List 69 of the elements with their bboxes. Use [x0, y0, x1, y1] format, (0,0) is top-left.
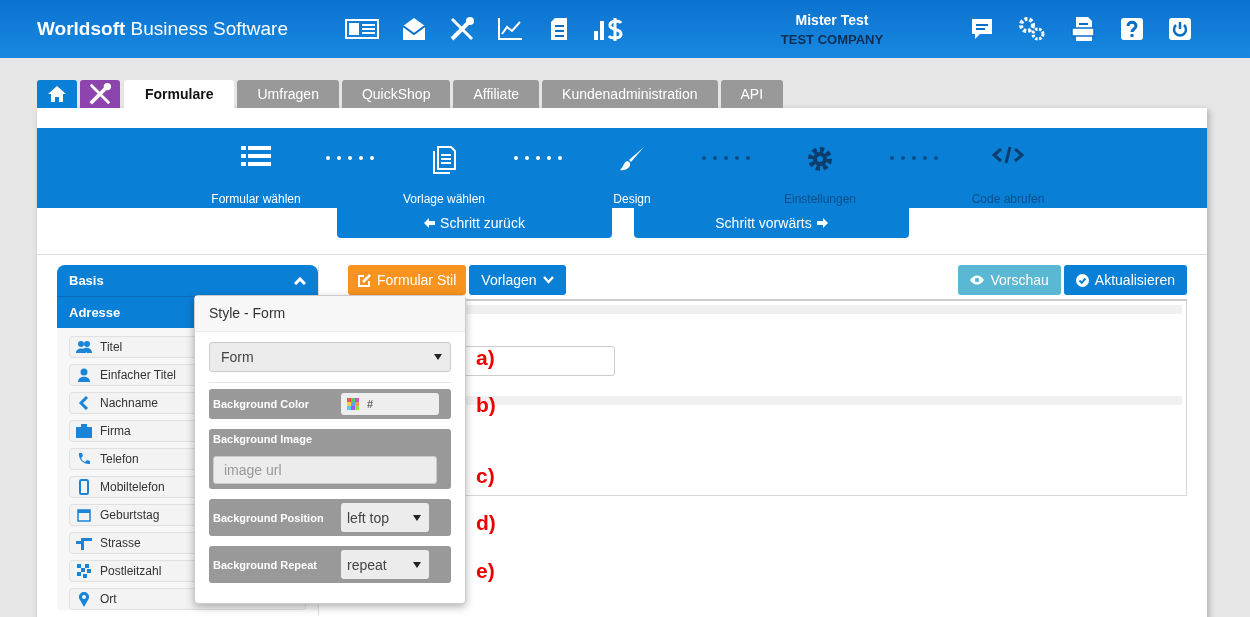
annotation-label: b)	[476, 392, 496, 418]
tab[interactable]: Umfragen	[237, 80, 339, 108]
caret-icon	[434, 354, 442, 360]
step-label[interactable]: Formular wählen	[211, 192, 301, 206]
line-chart-icon[interactable]	[497, 17, 523, 41]
check-circle-icon	[1075, 273, 1089, 287]
annotation-label: c)	[476, 463, 495, 489]
style-select[interactable]: left top	[341, 503, 429, 532]
group-header[interactable]: Basis	[57, 265, 318, 296]
chevron-down-icon	[542, 276, 554, 284]
style-select[interactable]: repeat	[341, 550, 429, 579]
tools-icon	[88, 82, 112, 106]
palette-icon	[347, 398, 359, 410]
phone-icon	[76, 452, 92, 466]
brand-title: Worldsoft Business Software	[37, 18, 289, 40]
tab[interactable]: Formulare	[124, 80, 235, 108]
signpost-icon	[76, 536, 92, 550]
power-icon[interactable]	[1169, 18, 1191, 40]
briefcase-icon	[76, 424, 92, 438]
person-icon	[76, 368, 92, 382]
envelope-icon[interactable]	[401, 16, 427, 42]
form-style-button[interactable]: Formular Stil	[348, 265, 467, 295]
tools-tab[interactable]	[80, 80, 120, 108]
step-label[interactable]: Vorlage wählen	[402, 192, 486, 206]
tab[interactable]: QuickShop	[341, 80, 451, 108]
brush-icon	[619, 146, 645, 172]
gear-icon	[807, 146, 833, 172]
company-name: TEST COMPANY	[780, 31, 884, 47]
revenue-chart-icon[interactable]	[593, 16, 625, 42]
map-pin-icon	[76, 591, 92, 607]
contact-card-icon[interactable]	[345, 19, 379, 39]
eye-icon	[970, 275, 985, 285]
code-icon	[992, 146, 1024, 164]
preview-button[interactable]: Vorschau	[958, 265, 1061, 295]
edit-icon	[358, 273, 371, 287]
tab[interactable]: API	[720, 80, 784, 108]
annotation-label: d)	[476, 510, 496, 536]
people-icon	[76, 340, 92, 354]
tab[interactable]: Affiliate	[453, 80, 540, 108]
documents-icon	[432, 146, 456, 174]
templates-dropdown[interactable]: Vorlagen	[469, 265, 566, 295]
arrow-right-icon	[816, 218, 828, 228]
update-button[interactable]: Aktualisieren	[1063, 265, 1187, 295]
back-button[interactable]: Schritt zurück	[337, 208, 612, 238]
checker-icon	[76, 564, 92, 578]
home-tab[interactable]	[37, 80, 77, 108]
calendar-icon	[76, 508, 92, 522]
tab[interactable]: Kundenadministration	[542, 80, 718, 108]
annotation-label: e)	[476, 558, 495, 584]
arrow-left-icon	[424, 218, 436, 228]
user-name: Mister Test	[795, 11, 869, 28]
step-label[interactable]: Design	[613, 192, 651, 206]
caret-icon	[413, 514, 421, 521]
popover-title: Style - Form	[195, 296, 465, 332]
image-url-field[interactable]: image url	[213, 456, 437, 484]
printer-icon[interactable]	[1071, 16, 1095, 42]
chat-icon[interactable]	[971, 18, 993, 40]
mobile-phone-icon	[76, 479, 92, 495]
color-field[interactable]: #	[341, 393, 439, 415]
home-icon	[48, 86, 66, 102]
caret-icon	[413, 561, 421, 568]
tools-icon[interactable]	[449, 16, 475, 42]
settings-icon[interactable]	[1019, 17, 1045, 41]
element-select[interactable]: Form	[209, 342, 451, 372]
list-icon	[241, 146, 271, 166]
annotation-label: a)	[476, 345, 495, 371]
forward-button[interactable]: Schritt vorwärts	[634, 208, 909, 238]
help-icon[interactable]	[1121, 18, 1143, 40]
chevron-up-icon	[294, 276, 306, 285]
